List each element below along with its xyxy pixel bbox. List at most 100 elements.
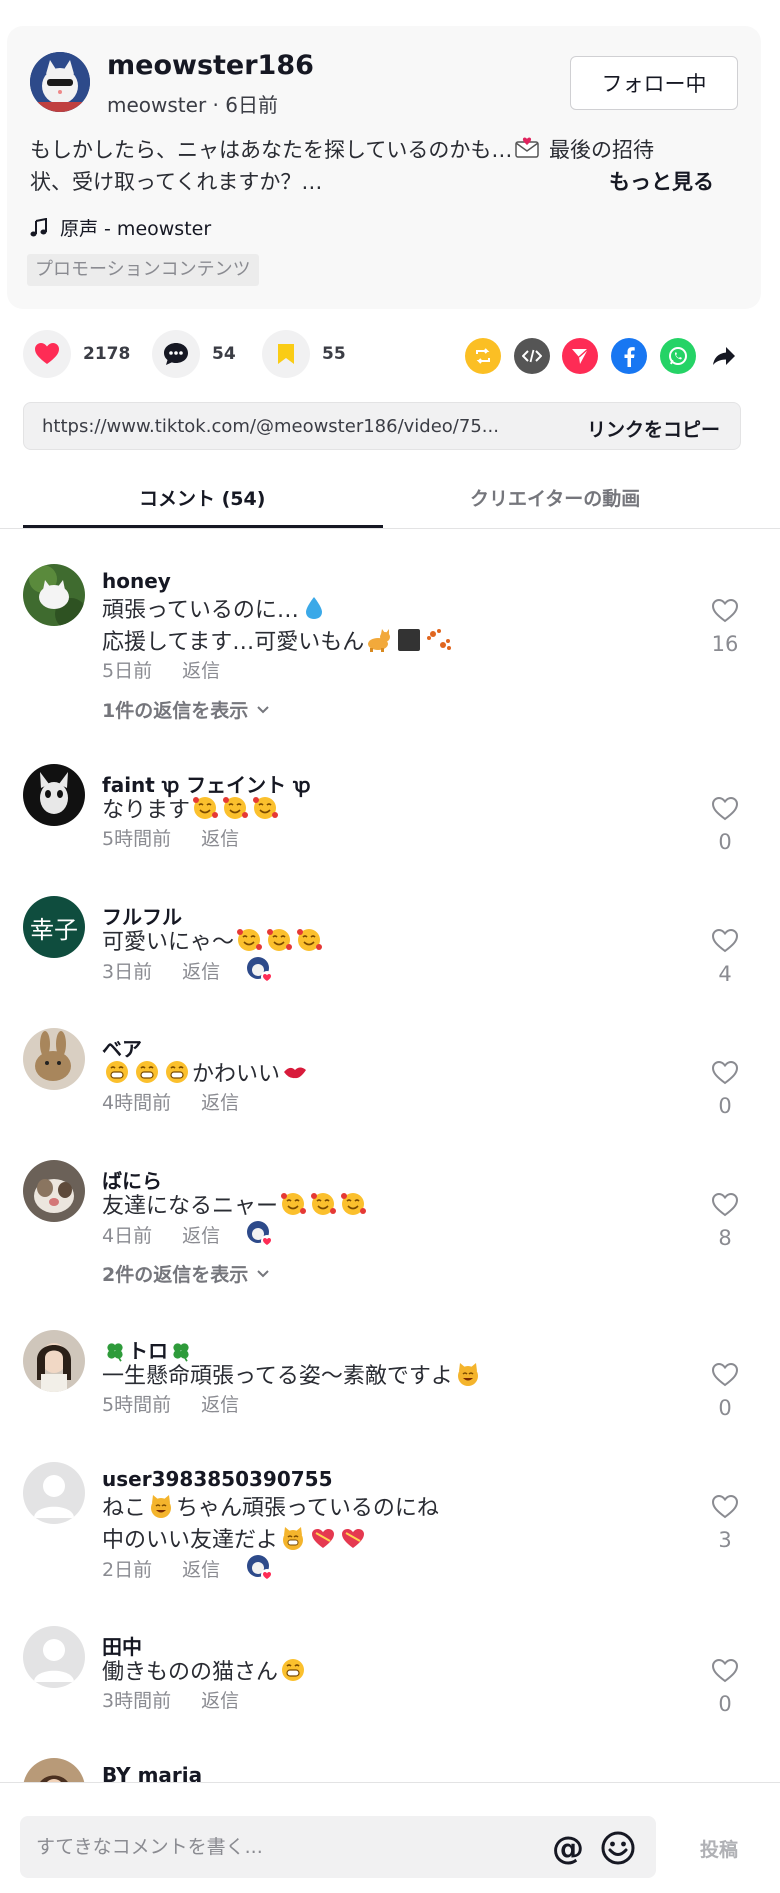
smiling-hearts-emoji-icon [193,797,219,819]
music-row[interactable]: 原声 - meowster [30,214,211,241]
mention-button[interactable]: @ [552,1829,584,1867]
comment-like[interactable]: 16 [700,598,750,656]
tab-creator-videos[interactable]: クリエイターの動画 [470,484,640,511]
avatar[interactable] [23,1626,85,1688]
comment-author[interactable]: BY maria [102,1763,202,1782]
chevron-down-icon [257,705,269,713]
share-arrow-icon[interactable] [706,338,742,374]
bookmark-icon[interactable] [262,330,310,378]
following-button[interactable]: フォロー中 [570,56,738,110]
comment-like[interactable]: 0 [700,1060,750,1118]
like-action[interactable]: 2178 [23,330,130,378]
comment-bubble-icon[interactable] [152,330,200,378]
view-replies-button[interactable]: 1件の返信を表示 [102,696,270,723]
envelope-heart-icon [515,137,540,158]
smiling-cat-emoji-icon [151,1495,172,1518]
tab-comments[interactable]: コメント (54) [139,484,265,511]
comment-line: ちゃん頑張っているのにね [176,1496,439,1521]
comment-time: 3日前 [102,960,153,983]
comment-like[interactable]: 3 [700,1494,750,1552]
copy-link-button[interactable]: リンクをコピー [587,415,720,442]
reply-button[interactable]: 返信 [201,1390,239,1417]
comment-meta: 4日前 返信 [102,1220,274,1248]
author-name[interactable]: meowster186 [107,50,314,81]
heart-outline-icon[interactable] [711,796,739,822]
embed-code-icon[interactable] [514,338,550,374]
reply-button[interactable]: 返信 [182,957,220,984]
comment-like[interactable]: 0 [700,1362,750,1420]
avatar[interactable] [23,1330,85,1392]
video-url[interactable]: https://www.tiktok.com/@meowster186/vide… [42,416,552,437]
comment-text: 働きものの猫さん [102,1657,308,1689]
comment-meta: 5日前 返信 [102,656,220,683]
comment-author[interactable]: 田中 [102,1631,142,1660]
avatar[interactable] [23,1160,85,1222]
black-square-emoji-icon [398,629,421,651]
comment-line: 頑張っているのに… [102,598,299,623]
heart-outline-icon[interactable] [711,598,739,624]
comment-like[interactable]: 8 [700,1192,750,1250]
whatsapp-icon[interactable] [660,338,696,374]
smiling-hearts-emoji-icon [341,1193,367,1215]
heart-outline-icon[interactable] [711,1192,739,1218]
see-more-link[interactable]: もっと見る [609,166,714,196]
heart-outline-icon[interactable] [711,1060,739,1086]
reply-button[interactable]: 返信 [182,1555,220,1582]
heart-outline-icon[interactable] [711,928,739,954]
comment-author[interactable]: user3983850390755 [102,1467,332,1491]
comment-author[interactable]: honey [102,569,171,593]
save-count: 55 [322,344,346,364]
comment-meta: 5時間前 返信 [102,1390,239,1417]
smiling-hearts-emoji-icon [297,929,323,951]
author-avatar[interactable] [30,52,90,112]
comment-like[interactable]: 0 [700,1658,750,1716]
comment-author[interactable]: ばにら [102,1165,162,1194]
reply-button[interactable]: 返信 [201,1686,239,1713]
reply-button[interactable]: 返信 [201,824,239,851]
creator-liked-badge [246,956,274,984]
comment-like[interactable]: 4 [700,928,750,986]
avatar[interactable] [23,1758,85,1782]
heart-ribbon-emoji-icon [342,1529,365,1548]
comment-action[interactable]: 54 [152,330,236,378]
comment-line: かわいい [192,1062,281,1087]
avatar[interactable]: 幸子 [23,896,85,958]
comment-author[interactable]: フルフル [102,901,182,930]
comment-author[interactable]: トロ [102,1335,194,1364]
save-action[interactable]: 55 [262,330,346,378]
facebook-icon[interactable] [611,338,647,374]
comment-author[interactable]: faint ꝕ フェイント ꝕ [102,769,311,798]
comment-like[interactable]: 0 [700,796,750,854]
comment-time: 4日前 [102,1224,153,1247]
comment-like-count: 3 [718,1528,732,1552]
avatar[interactable] [23,764,85,826]
paw-prints-emoji-icon [427,629,452,650]
view-replies-button[interactable]: 2件の返信を表示 [102,1260,270,1287]
comment-text: なります [102,795,280,827]
reply-button[interactable]: 返信 [182,1221,220,1248]
avatar[interactable] [23,1462,85,1524]
repost-icon[interactable] [465,338,501,374]
author-subtitle: meowster · 6日前 [107,93,278,117]
emoji-picker-icon[interactable] [600,1830,636,1870]
avatar[interactable] [23,564,85,626]
comment-count: 54 [212,344,236,364]
post-comment-button[interactable]: 投稿 [700,1835,738,1862]
comment-time: 5時間前 [102,828,172,850]
avatar[interactable] [23,1028,85,1090]
comment-author[interactable]: ベア [102,1033,142,1062]
heart-icon[interactable] [23,330,71,378]
comment-like-count: 0 [718,1692,732,1716]
avatar-text: 幸子 [30,915,78,944]
heart-outline-icon[interactable] [711,1362,739,1388]
reply-button[interactable]: 返信 [201,1088,239,1115]
comment-text: 可愛いにゃ〜 [102,927,324,959]
comment-like-count: 4 [718,962,732,986]
reply-button[interactable]: 返信 [182,656,220,683]
view-replies-label: 1件の返信を表示 [102,700,249,722]
send-to-friends-icon[interactable] [562,338,598,374]
heart-outline-icon[interactable] [711,1494,739,1520]
comment-meta: 3時間前 返信 [102,1686,239,1713]
heart-outline-icon[interactable] [711,1658,739,1684]
smiling-hearts-emoji-icon [223,797,249,819]
